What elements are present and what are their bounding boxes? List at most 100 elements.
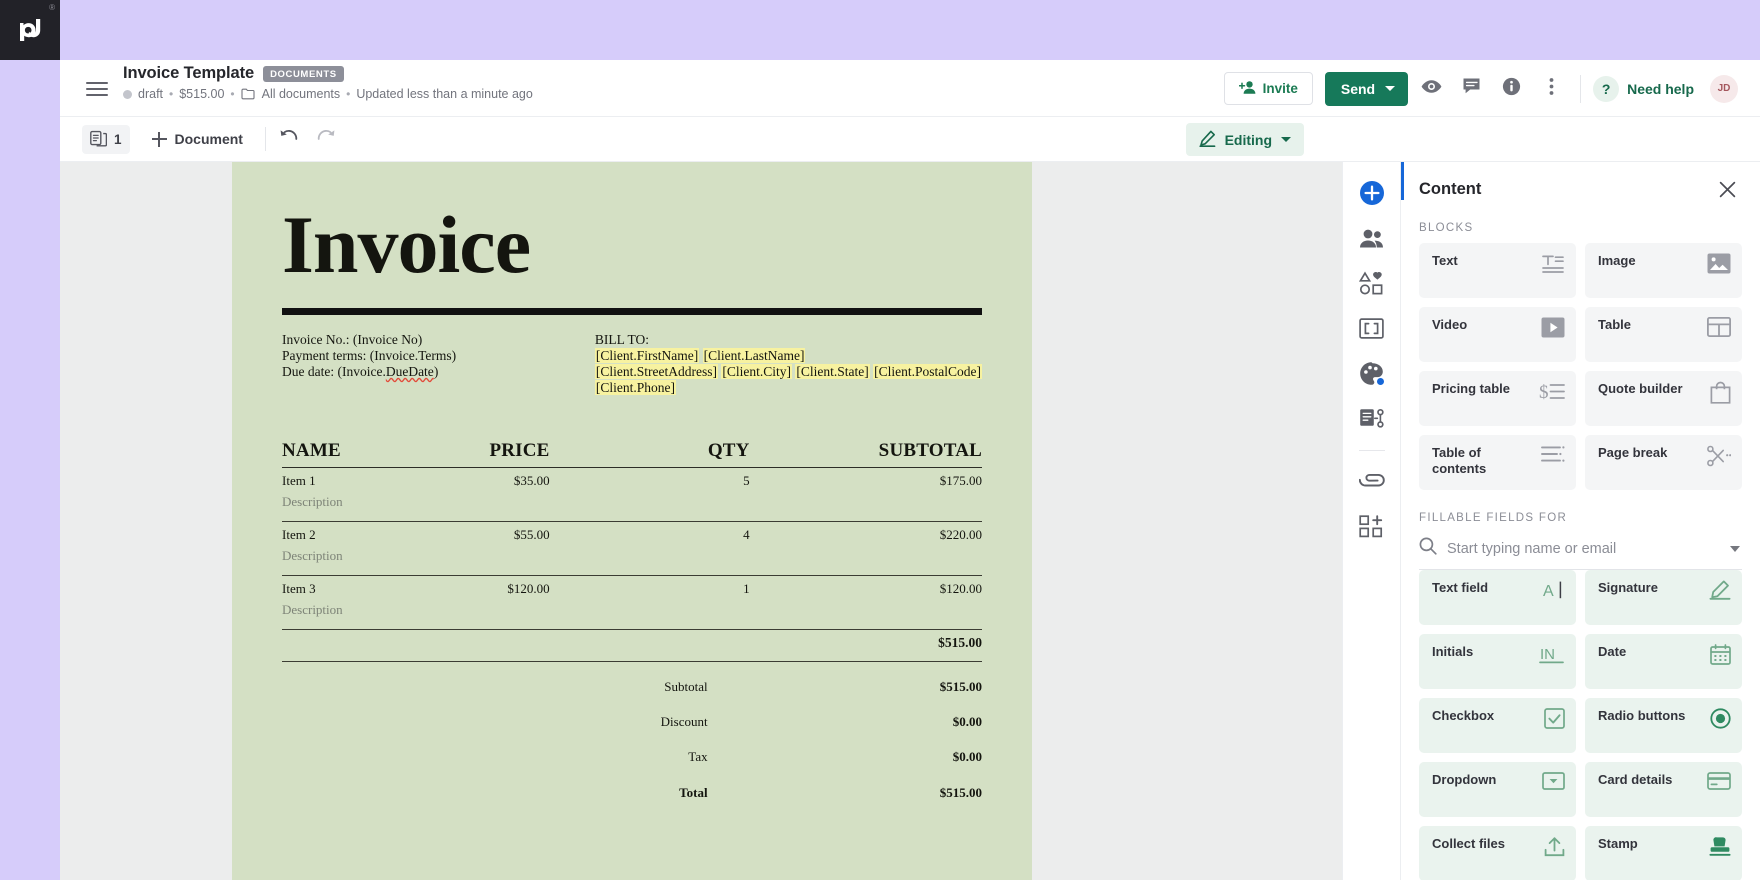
app-logo[interactable]: ® (0, 0, 60, 60)
question-mark-icon: ? (1593, 75, 1620, 102)
recipients-icon[interactable] (1353, 219, 1391, 257)
blocks-grid: Text Image Video Table Pricing table $ Q… (1401, 243, 1760, 490)
field-tile-date[interactable]: Date (1585, 634, 1742, 689)
block-tile-video[interactable]: Video (1419, 307, 1576, 362)
text-block-icon (1541, 253, 1565, 280)
pages-button[interactable]: 1 (82, 124, 130, 154)
due-date-token: DueDate (385, 364, 434, 380)
due-date-prefix: Due date: (Invoice. (282, 364, 386, 380)
apps-icon[interactable] (1353, 507, 1391, 545)
workflow-icon[interactable] (1353, 399, 1391, 437)
chevron-down-icon (1385, 86, 1396, 91)
undo-button[interactable] (274, 124, 304, 154)
bill-to-line: [Client.Phone] (594, 379, 982, 396)
block-tile-table[interactable]: Table (1585, 307, 1742, 362)
shapes-icon[interactable] (1353, 264, 1391, 302)
field-tile-collect-files[interactable]: Collect files (1419, 826, 1576, 880)
table-row-description: Description (282, 597, 982, 624)
invoice-page[interactable]: Invoice Invoice No.: (Invoice No) Paymen… (232, 162, 1032, 880)
table-row[interactable]: Item 3 $120.00 1 $120.00 (282, 576, 982, 598)
comments-button[interactable] (1454, 72, 1488, 106)
payment-terms-line: Payment terms: (Invoice.Terms) (282, 347, 457, 363)
pricing-table[interactable]: NAME PRICE QTY SUBTOTAL Item 1 $35.00 5 … (282, 440, 982, 801)
field-tile-initials[interactable]: Initials IN (1419, 634, 1576, 689)
svg-text:IN: IN (1540, 646, 1555, 663)
item-name: Item 1 (282, 473, 316, 489)
add-document-button[interactable]: Document (146, 127, 249, 151)
bill-to-label: BILL TO: (594, 331, 650, 347)
table-row[interactable]: Item 2 $55.00 4 $220.00 (282, 522, 982, 544)
items-total-value: $515.00 (938, 635, 982, 651)
merge-field: [Client.City] (721, 364, 793, 380)
items-total-row: $515.00 (282, 630, 982, 657)
document-canvas[interactable]: Invoice Invoice No.: (Invoice No) Paymen… (60, 162, 1400, 880)
field-tile-card-details[interactable]: Card details (1585, 762, 1742, 817)
pandadoc-logo-icon (20, 19, 41, 41)
totals-row: Tax $0.00 (282, 730, 982, 765)
radio-buttons-icon (1710, 708, 1731, 734)
subtotal-value: $515.00 (939, 679, 982, 695)
header-divider (1580, 74, 1582, 103)
registered-mark: ® (49, 3, 55, 12)
field-label: Dropdown (1432, 772, 1497, 787)
item-qty: 4 (743, 527, 750, 543)
theme-palette-icon[interactable] (1353, 354, 1391, 392)
subtotal-label: Subtotal (664, 679, 708, 695)
right-icon-rail (1342, 162, 1400, 880)
block-tile-text[interactable]: Text (1419, 243, 1576, 298)
table-row[interactable]: Item 1 $35.00 5 $175.00 (282, 468, 982, 490)
main-menu-button[interactable] (82, 74, 112, 104)
pricing-table-icon: $ (1539, 381, 1565, 408)
block-tile-page-break[interactable]: Page break (1585, 435, 1742, 490)
add-document-label: Document (174, 131, 243, 147)
block-tile-pricing-table[interactable]: Pricing table $ (1419, 371, 1576, 426)
add-content-icon[interactable] (1353, 174, 1391, 212)
invoice-heading[interactable]: Invoice (282, 204, 982, 286)
notification-dot (1375, 377, 1385, 386)
redo-button[interactable] (312, 124, 342, 154)
block-tile-image[interactable]: Image (1585, 243, 1742, 298)
field-tile-checkbox[interactable]: Checkbox (1419, 698, 1576, 753)
preview-button[interactable] (1414, 72, 1448, 106)
text-field-icon: A (1543, 580, 1565, 605)
page-title[interactable]: Invoice Template (123, 64, 254, 83)
due-date-suffix: ) (433, 364, 439, 380)
avatar[interactable]: JD (1710, 74, 1738, 103)
item-description: Description (282, 494, 343, 510)
block-label: Table of contents (1432, 445, 1487, 476)
need-help-button[interactable]: ? Need help (1593, 75, 1694, 102)
document-info-button[interactable] (1494, 72, 1528, 106)
field-tile-signature[interactable]: Signature (1585, 570, 1742, 625)
more-options-button[interactable] (1534, 72, 1568, 106)
field-tile-radio-buttons[interactable]: Radio buttons (1585, 698, 1742, 753)
totals-row-grand: Total $515.00 (282, 765, 982, 801)
field-tile-text-field[interactable]: Text field A (1419, 570, 1576, 625)
field-label: Radio buttons (1598, 708, 1686, 723)
dropdown-icon (1542, 772, 1565, 795)
field-tile-stamp[interactable]: Stamp (1585, 826, 1742, 880)
close-icon[interactable] (1716, 178, 1738, 200)
chevron-down-icon[interactable] (1730, 545, 1740, 552)
folder-name[interactable]: All documents (262, 87, 341, 101)
item-price: $35.00 (513, 473, 550, 489)
block-tile-quote-builder[interactable]: Quote builder (1585, 371, 1742, 426)
item-price: $120.00 (507, 581, 550, 597)
invite-button[interactable]: Invite (1223, 72, 1313, 105)
field-label: Signature (1598, 580, 1658, 595)
item-qty: 5 (743, 473, 750, 489)
stamp-icon (1709, 836, 1731, 862)
bill-to-block[interactable]: BILL TO: [Client.FirstName] [Client.Last… (594, 331, 982, 396)
send-button[interactable]: Send (1324, 71, 1409, 106)
field-tile-dropdown[interactable]: Dropdown (1419, 762, 1576, 817)
page-break-icon (1707, 445, 1732, 472)
search-input[interactable] (1447, 540, 1720, 557)
block-tile-table-of-contents[interactable]: Table of contents (1419, 435, 1576, 490)
attachments-icon[interactable] (1353, 462, 1391, 500)
invoice-details[interactable]: Invoice No.: (Invoice No) Payment terms:… (282, 332, 595, 396)
status-badge: draft (138, 87, 164, 101)
editing-mode-button[interactable]: Editing (1185, 123, 1304, 156)
block-label: Table (1598, 317, 1631, 332)
collect-files-icon (1544, 836, 1565, 862)
variables-icon[interactable] (1353, 309, 1391, 347)
toolbar-divider (264, 127, 266, 151)
